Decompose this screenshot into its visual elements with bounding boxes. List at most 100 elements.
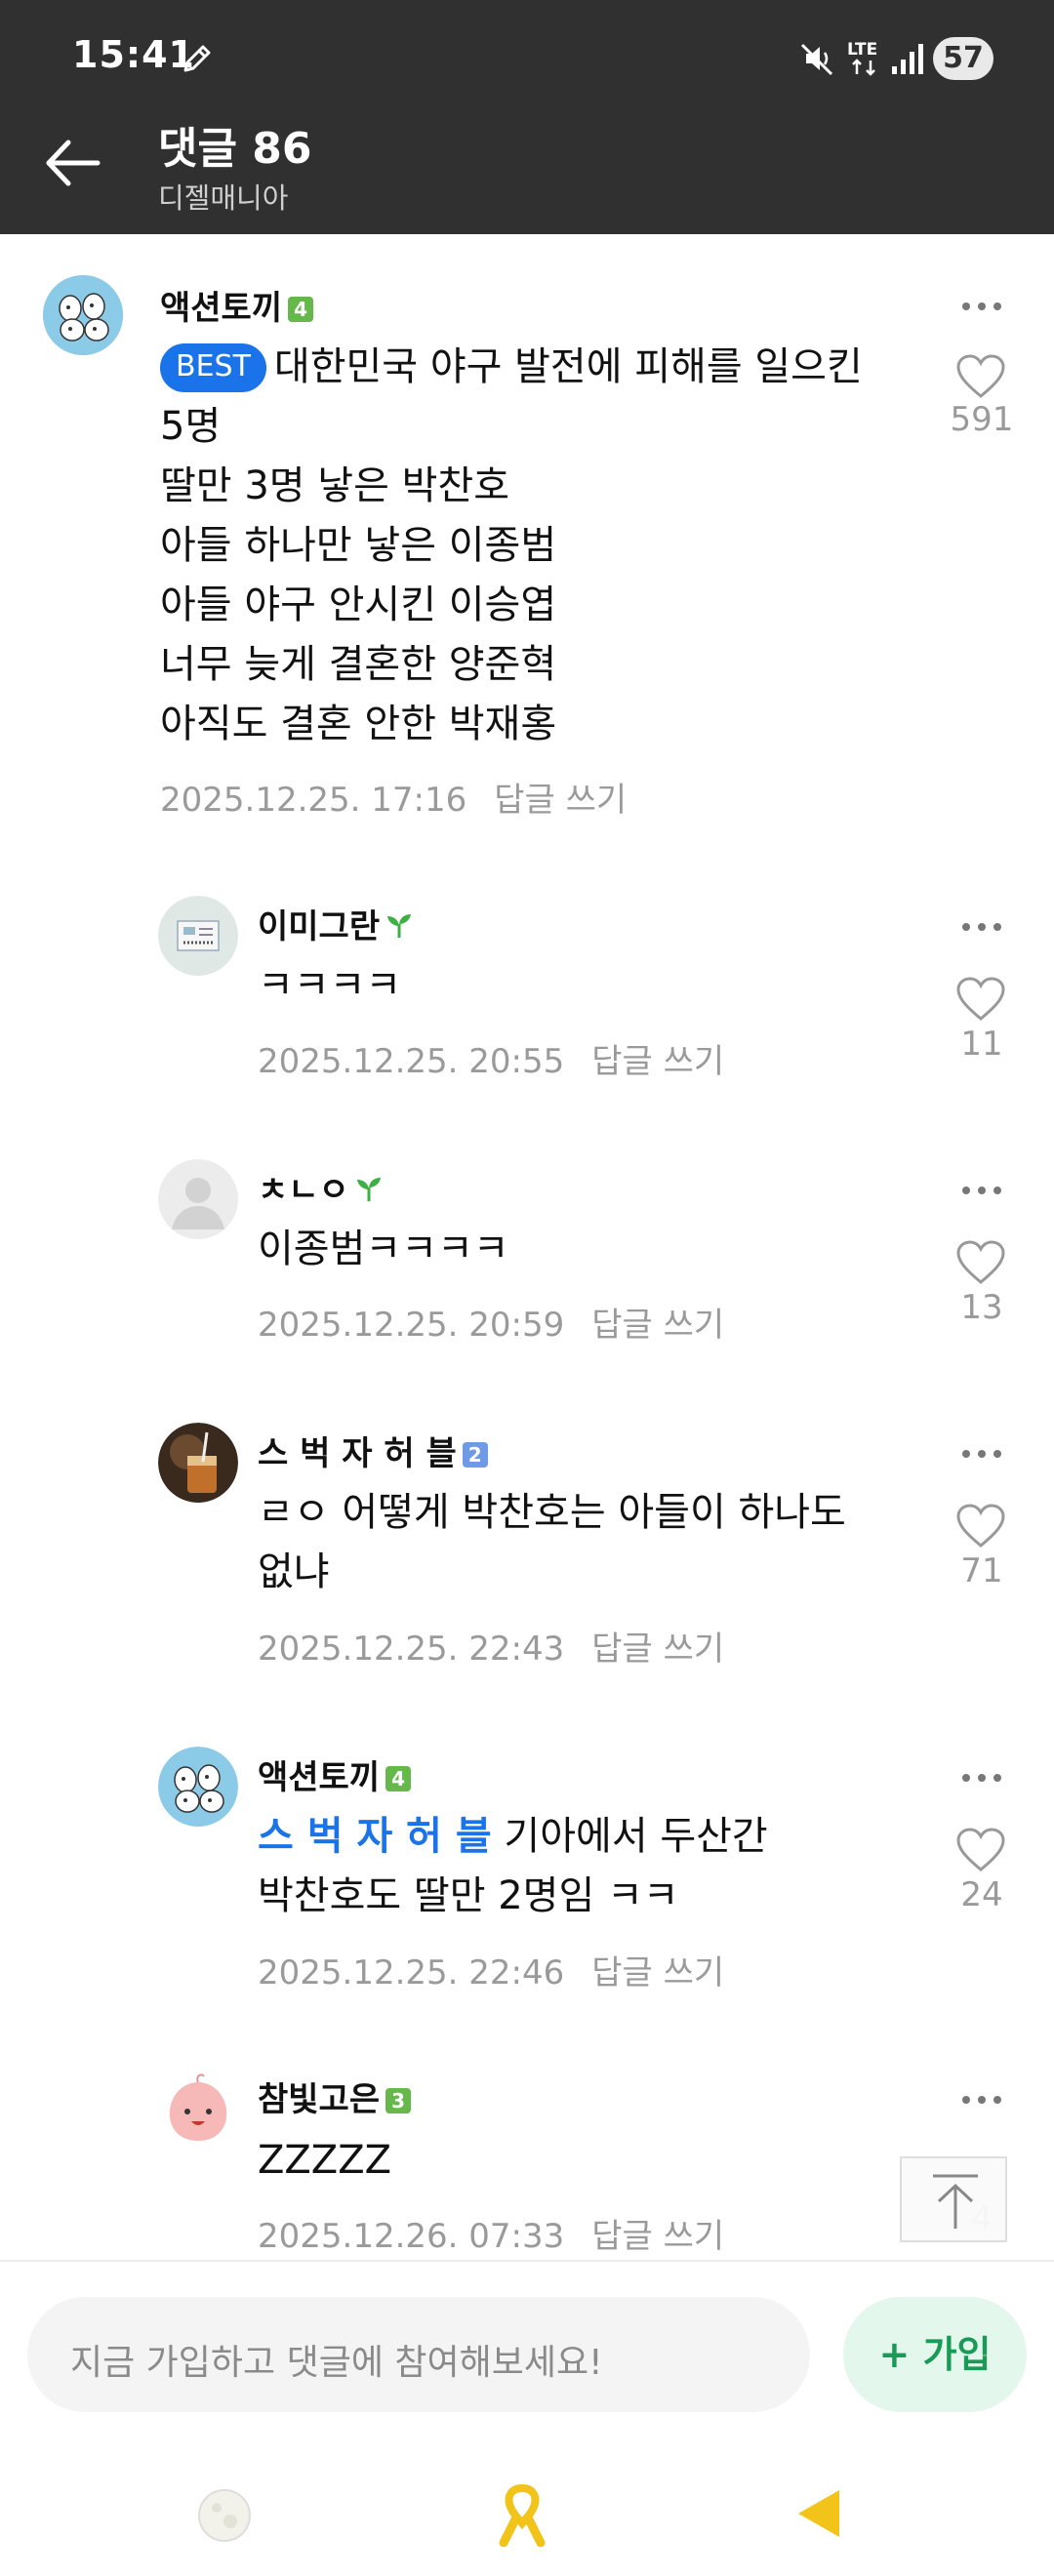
more-options-icon[interactable]: [958, 1768, 1005, 1788]
author-name: ㅊㄴㅇ: [258, 1171, 349, 1210]
comment-input[interactable]: 지금 가입하고 댓글에 참여해보세요!: [27, 2297, 810, 2412]
avatar[interactable]: [158, 1159, 238, 1239]
comment-meta: 2025.12.25. 20:55 답글 쓰기: [258, 1034, 724, 1082]
comment-line: 아들 하나만 낳은 이종범: [160, 523, 557, 568]
comment-meta: 2025.12.26. 07:33 답글 쓰기: [258, 2209, 724, 2257]
like-count: 71: [960, 1551, 1003, 1590]
more-options-icon[interactable]: [958, 1444, 1005, 1464]
comment-datetime: 2025.12.25. 20:59: [258, 1306, 565, 1345]
comment-line: 너무 늦게 결혼한 양준혁: [160, 642, 557, 687]
level-badge: 4: [288, 297, 314, 322]
comment-line: ㄹㅇ 어떻게 박찬호는 아들이 하나도: [258, 1490, 846, 1535]
signal-icon: [892, 44, 923, 74]
sprout-icon: [356, 1178, 381, 1201]
avatar[interactable]: [43, 275, 123, 355]
reply-button[interactable]: 답글 쓰기: [591, 2217, 724, 2256]
cafe-name: 디젤매니아: [158, 181, 289, 215]
avatar[interactable]: [158, 1423, 238, 1503]
comment-meta: 2025.12.25. 20:59 답글 쓰기: [258, 1298, 724, 1346]
like-heart-icon[interactable]: [954, 1827, 1007, 1873]
arrow-up-icon: [933, 2174, 978, 2229]
mention-link[interactable]: 스 벅 자 허 블: [258, 1814, 492, 1859]
rabbit-avatar-icon: [43, 275, 123, 355]
comment-author[interactable]: ㅊㄴㅇ: [258, 1163, 385, 1211]
comment-line: 5명: [160, 404, 222, 449]
back-arrow-icon[interactable]: [39, 129, 107, 197]
like-count: 13: [960, 1288, 1003, 1327]
avatar[interactable]: [158, 2069, 238, 2149]
author-name: 스 벅 자 허 블: [258, 1434, 457, 1473]
rabbit-avatar-icon: [158, 1747, 238, 1827]
moon-icon[interactable]: [195, 2486, 254, 2545]
level-badge: 3: [385, 2088, 412, 2113]
input-placeholder: 지금 가입하고 댓글에 참여해보세요!: [70, 2343, 603, 2383]
comment-author[interactable]: 참빛고은 3: [258, 2073, 412, 2120]
comment-line: ㅋㅋㅋㅋ: [258, 963, 402, 1008]
like-heart-icon[interactable]: [954, 353, 1007, 400]
like-count: 24: [960, 1875, 1003, 1914]
scroll-to-top-button[interactable]: [900, 2156, 1007, 2242]
more-options-icon[interactable]: [958, 297, 1005, 316]
comment-text: ㄹㅇ 어떻게 박찬호는 아들이 하나도 없냐: [258, 1483, 846, 1602]
comment-line: BEST 대한민국 야구 발전에 피해를 일으킨: [160, 338, 863, 397]
reply-button[interactable]: 답글 쓰기: [591, 1306, 724, 1345]
ribbon-icon[interactable]: [496, 2482, 548, 2547]
comment-text: ㅋㅋㅋㅋ: [258, 956, 401, 1016]
comment-text: BEST 대한민국 야구 발전에 피해를 일으킨 5명 딸만 3명 낳은 박찬호 …: [160, 338, 863, 754]
comment-datetime: 2025.12.25. 17:16: [160, 781, 467, 820]
battery-icon: 57: [933, 37, 993, 80]
comment-line: 박찬호도 딸만 2명임 ㅋㅋ: [258, 1873, 679, 1918]
coffee-avatar-icon: [158, 1423, 238, 1503]
peach-avatar-icon: [158, 2069, 238, 2149]
level-badge: 4: [385, 1766, 412, 1791]
comment-author[interactable]: 액션토끼 4: [258, 1751, 412, 1798]
comment-datetime: 2025.12.26. 07:33: [258, 2217, 565, 2256]
mute-icon: [800, 43, 833, 76]
reply-button[interactable]: 답글 쓰기: [591, 1630, 724, 1669]
like-count: 591: [950, 400, 1014, 439]
comment-line: 딸만 3명 낳은 박찬호: [160, 463, 509, 508]
more-options-icon[interactable]: [958, 1181, 1005, 1200]
reply-button[interactable]: 답글 쓰기: [591, 1042, 724, 1081]
author-name: 액션토끼: [160, 289, 283, 328]
sprout-icon: [387, 914, 412, 938]
join-button[interactable]: + 가입: [843, 2297, 1027, 2412]
more-options-icon[interactable]: [958, 2090, 1005, 2110]
page-title: 댓글 86: [158, 124, 312, 174]
like-heart-icon[interactable]: [954, 1239, 1007, 1286]
app-header: 15:41 LTE 57 댓글 86 디젤매니아: [0, 0, 1054, 234]
comment-line: 스 벅 자 허 블 기아에서 두산간: [258, 1814, 768, 1859]
comment-text: 스 벅 자 허 블 기아에서 두산간 박찬호도 딸만 2명임 ㅋㅋ: [258, 1807, 768, 1926]
reply-button[interactable]: 답글 쓰기: [494, 781, 627, 820]
comment-meta: 2025.12.25. 22:43 답글 쓰기: [258, 1622, 724, 1670]
profile-image-icon: [158, 896, 238, 976]
level-badge: 2: [462, 1442, 488, 1468]
like-heart-icon[interactable]: [954, 1503, 1007, 1550]
comment-line: ZZZZZ: [258, 2138, 392, 2183]
comment-author[interactable]: 이미그란: [258, 900, 415, 947]
like-count: 11: [960, 1025, 1003, 1064]
comment-text: 이종범ㅋㅋㅋㅋ: [258, 1220, 509, 1279]
like-heart-icon[interactable]: [954, 976, 1007, 1023]
comment-author[interactable]: 스 벅 자 허 블2: [258, 1427, 488, 1474]
more-options-icon[interactable]: [958, 917, 1005, 937]
avatar[interactable]: [158, 1747, 238, 1827]
comment-line: 이종범ㅋㅋㅋㅋ: [258, 1227, 509, 1271]
comment-datetime: 2025.12.25. 22:46: [258, 1953, 565, 1992]
comment-meta: 2025.12.25. 17:16 답글 쓰기: [160, 773, 627, 821]
avatar[interactable]: [158, 896, 238, 976]
author-name: 참빛고은: [258, 2080, 381, 2119]
comment-text: ZZZZZ: [258, 2131, 391, 2191]
comment-datetime: 2025.12.25. 22:43: [258, 1630, 565, 1669]
comment-line: 없냐: [258, 1550, 330, 1594]
lte-icon: LTE: [847, 40, 877, 76]
author-name: 이미그란: [258, 907, 381, 946]
comment-author[interactable]: 액션토끼 4: [160, 281, 314, 329]
nav-back-icon[interactable]: [794, 2486, 843, 2541]
comment-datetime: 2025.12.25. 20:55: [258, 1042, 565, 1081]
svg-text:LTE: LTE: [847, 40, 877, 60]
comment-meta: 2025.12.25. 22:46 답글 쓰기: [258, 1946, 724, 1993]
pen-icon: [183, 45, 211, 72]
reply-button[interactable]: 답글 쓰기: [591, 1953, 724, 1992]
status-bar: 15:41 LTE 57: [0, 0, 1054, 117]
